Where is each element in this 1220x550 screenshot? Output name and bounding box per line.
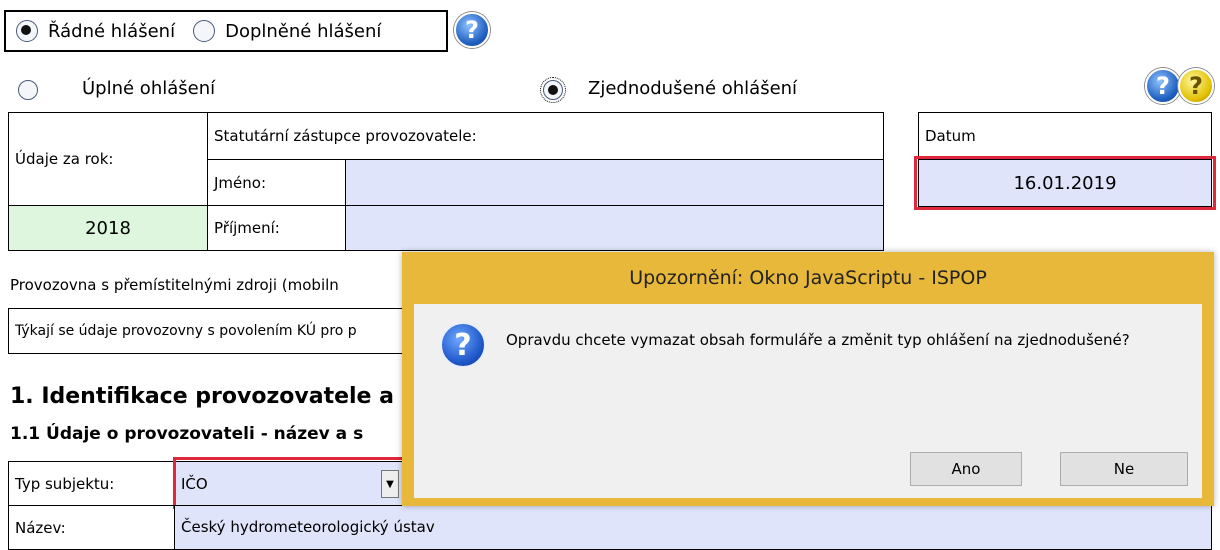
- radio-supplemental-label: Doplněné hlášení: [225, 20, 382, 42]
- date-label: Datum: [925, 126, 976, 145]
- mobile-sources-text: Provozovna s přemístitelnými zdroji (mob…: [10, 276, 339, 294]
- first-name-input[interactable]: [345, 159, 884, 206]
- dialog-body: ? Opravdu chcete vymazat obsah formuláře…: [414, 304, 1202, 498]
- radio-regular-label: Řádné hlášení: [48, 20, 176, 42]
- date-label-cell: Datum: [918, 112, 1212, 159]
- date-value: 16.01.2019: [1013, 172, 1117, 194]
- subject-type-label-cell: Typ subjektu:: [8, 461, 175, 506]
- help-icon[interactable]: ?: [454, 12, 490, 48]
- radio-regular-report[interactable]: [16, 20, 38, 42]
- help-icon[interactable]: ?: [1145, 68, 1181, 104]
- subject-type-highlight: [173, 457, 409, 509]
- dialog-title: Upozornění: Okno JavaScriptu - ISPOP: [629, 267, 987, 289]
- name-input[interactable]: Český hydrometeorologický ústav: [174, 505, 1212, 550]
- alert-dialog: Upozornění: Okno JavaScriptu - ISPOP ? O…: [402, 252, 1214, 506]
- representative-header: Statutární zástupce provozovatele:: [214, 127, 477, 145]
- radio-supplemental-report[interactable]: [193, 20, 216, 42]
- name-value: Český hydrometeorologický ústav: [181, 518, 435, 536]
- section-subheading: 1.1 Údaje o provozovateli - název a s: [10, 424, 364, 444]
- question-icon: ?: [440, 322, 486, 368]
- radio-simplified-report[interactable]: [540, 77, 567, 103]
- help-icon-yellow[interactable]: ?: [1178, 68, 1214, 104]
- radio-full-report[interactable]: [18, 80, 38, 100]
- first-name-label-cell: Jméno:: [207, 159, 346, 206]
- subject-type-label: Typ subjektu:: [15, 474, 115, 493]
- radio-full-label: Úplné ohlášení: [82, 78, 216, 99]
- yes-button[interactable]: Ano: [910, 452, 1022, 486]
- name-label-cell: Název:: [8, 505, 175, 550]
- year-label-cell: Údaje za rok:: [8, 112, 208, 206]
- last-name-label-cell: Příjmení:: [207, 205, 346, 251]
- year-value-field[interactable]: 2018: [8, 205, 208, 251]
- year-value: 2018: [85, 217, 131, 239]
- radio-simplified-label: Zjednodušené ohlášení: [588, 78, 798, 99]
- year-label: Údaje za rok:: [15, 150, 114, 168]
- no-button-label: Ne: [1113, 460, 1135, 478]
- no-button[interactable]: Ne: [1060, 452, 1188, 486]
- section-heading: 1. Identifikace provozovatele a: [10, 384, 394, 409]
- name-label: Název:: [15, 518, 66, 537]
- report-type-group: Řádné hlášení Doplněné hlášení: [4, 10, 448, 52]
- first-name-label: Jméno:: [214, 173, 267, 192]
- kú-permit-cell: Týkají se údaje provozovny s povolením K…: [8, 308, 408, 354]
- last-name-label: Příjmení:: [214, 219, 280, 237]
- dialog-message: Opravdu chcete vymazat obsah formuláře a…: [506, 331, 1130, 349]
- date-input[interactable]: 16.01.2019: [918, 159, 1212, 207]
- kú-permit-text: Týkají se údaje provozovny s povolením K…: [15, 323, 357, 339]
- last-name-input[interactable]: [345, 205, 884, 251]
- yes-button-label: Ano: [951, 460, 981, 478]
- representative-header-cell: Statutární zástupce provozovatele:: [207, 112, 884, 160]
